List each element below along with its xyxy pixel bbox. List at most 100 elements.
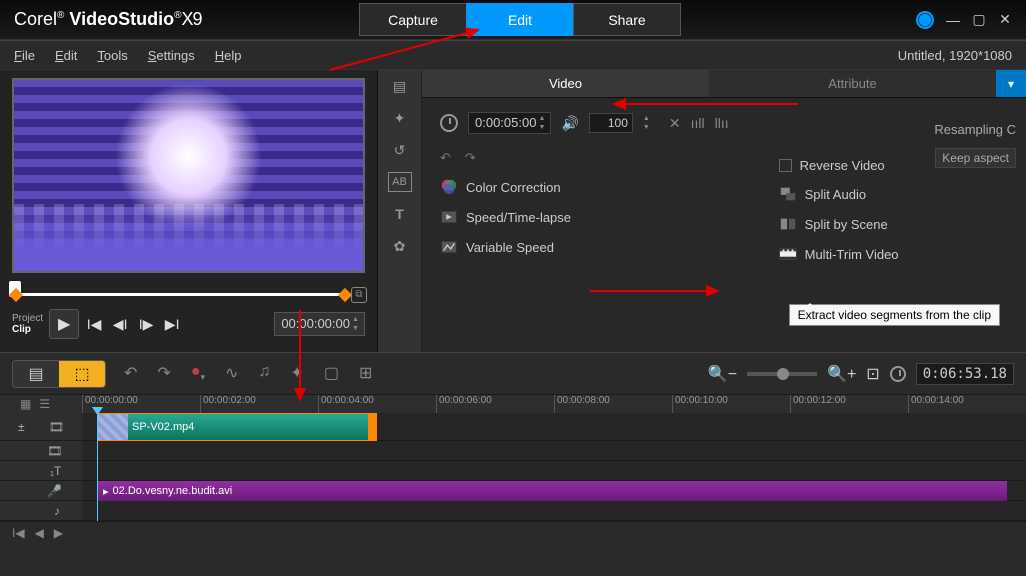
undo-button[interactable]: ↶: [124, 363, 137, 383]
title-track-lane[interactable]: [82, 461, 1026, 481]
video-clip[interactable]: SP-V02.mp4: [97, 413, 377, 441]
speed-timelapse-button[interactable]: Speed/Time-lapse: [440, 208, 729, 226]
tab-attribute[interactable]: Attribute: [709, 70, 996, 97]
clip-trim-handle[interactable]: [368, 414, 376, 440]
multi-trim-button[interactable]: Multi-Trim Video: [779, 245, 899, 263]
timeline-tracks: ±🎞 🎞 ₁T 🎤 ♪ SP-V02.mp4 ▸02.Do.vesny.ne.b…: [0, 413, 1026, 521]
mode-share[interactable]: Share: [573, 3, 681, 36]
color-correction-button[interactable]: Color Correction: [440, 178, 729, 196]
mode-capture[interactable]: Capture: [359, 3, 467, 36]
timeline-toolbar: ▤ ⬚ ↶ ↷ ●▾ ∿ ♫ ✦ ▢ ⊞ 🔍− 🔍+ ⊡ 0:06:53.18: [0, 353, 1026, 395]
overlay-track-lane[interactable]: [82, 441, 1026, 461]
audio-mixer-button[interactable]: ∿: [225, 363, 238, 383]
music-track-header[interactable]: ♪: [0, 501, 82, 521]
step-forward-button[interactable]: I▶: [135, 313, 157, 335]
transitions-icon[interactable]: ↺: [388, 140, 412, 160]
music-track-lane[interactable]: [82, 501, 1026, 521]
clip-duration[interactable]: 0:00:05:00▲▼: [468, 112, 551, 134]
timeline-view-button[interactable]: ⬚: [59, 361, 105, 387]
expand-options-button[interactable]: ▾: [996, 70, 1026, 97]
reverse-video-checkbox[interactable]: Reverse Video: [779, 158, 899, 173]
video-track-lane[interactable]: SP-V02.mp4: [82, 413, 1026, 441]
scroll-left-icon[interactable]: ◀: [35, 526, 44, 540]
project-mode-label[interactable]: Project: [12, 313, 43, 324]
options-pane: ▤ ✦ ↺ AB T ✿ Video Attribute ▾ 0:00:05:0…: [378, 70, 1026, 352]
scroll-right-icon[interactable]: ▶: [54, 526, 63, 540]
storyboard-view-button[interactable]: ▤: [13, 361, 59, 387]
goto-end-button[interactable]: ▶I: [161, 313, 183, 335]
play-button[interactable]: ▶: [49, 309, 79, 339]
title-icon[interactable]: AB: [388, 172, 412, 192]
expand-preview-icon[interactable]: ⧉: [351, 287, 367, 303]
fx-icon[interactable]: ✦: [388, 108, 412, 128]
zoom-slider[interactable]: [747, 372, 817, 376]
auto-music-button[interactable]: ♫: [258, 363, 270, 383]
track-manager-icon[interactable]: ▦: [20, 397, 31, 411]
keep-aspect-dropdown[interactable]: Keep aspect: [935, 148, 1016, 168]
timeline-panel: ▤ ⬚ ↶ ↷ ●▾ ∿ ♫ ✦ ▢ ⊞ 🔍− 🔍+ ⊡ 0:06:53.18 …: [0, 352, 1026, 576]
preview-timecode[interactable]: 00:00:00:00▲▼: [274, 312, 365, 336]
tab-video[interactable]: Video: [422, 70, 709, 97]
track-motion-button[interactable]: ✦: [290, 363, 303, 383]
close-button[interactable]: ✕: [998, 11, 1012, 28]
zoom-in-button[interactable]: 🔍+: [827, 364, 856, 384]
timeline-ruler[interactable]: ▦☰ 00:00:00:00 00:00:02:00 00:00:04:00 0…: [0, 395, 1026, 413]
subtitle-button[interactable]: ▢: [324, 363, 339, 383]
playback-controls: Project Clip ▶ I◀ ◀I I▶ ▶I 00:00:00:00▲▼: [0, 309, 377, 345]
voice-track-lane[interactable]: ▸02.Do.vesny.ne.budit.avi: [82, 481, 1026, 501]
mode-tabs: Capture Edit Share: [360, 3, 681, 36]
fade-out-icon[interactable]: llıı: [715, 115, 729, 132]
media-library-icon[interactable]: ▤: [388, 76, 412, 96]
menu-help[interactable]: Help: [215, 48, 242, 63]
title-track-header[interactable]: ₁T: [0, 461, 82, 481]
window-controls: — ▢ ✕: [916, 11, 1026, 29]
timeline-footer: I◀ ◀ ▶: [0, 521, 1026, 543]
variable-speed-button[interactable]: Variable Speed: [440, 238, 729, 256]
options-content: Video Attribute ▾ 0:00:05:00▲▼ 🔊 100 ▲▼ …: [422, 70, 1026, 352]
fade-in-icon[interactable]: ııll: [691, 115, 705, 132]
title-bar: Corel® VideoStudio®X9 Capture Edit Share…: [0, 0, 1026, 40]
menu-settings[interactable]: Settings: [148, 48, 195, 63]
graphics-icon[interactable]: ✿: [388, 236, 412, 256]
scrub-bar[interactable]: ⧉: [12, 279, 365, 309]
scrub-out-marker[interactable]: [338, 288, 352, 302]
mute-icon[interactable]: ✕: [669, 115, 681, 132]
project-duration-icon: [890, 366, 906, 382]
rotate-left-icon[interactable]: ↶: [440, 150, 451, 166]
document-info: Untitled, 1920*1080: [898, 48, 1012, 63]
text-icon[interactable]: T: [388, 204, 412, 224]
scroll-start-icon[interactable]: I◀: [12, 526, 25, 540]
clip-mode-label[interactable]: Clip: [12, 324, 43, 335]
globe-icon[interactable]: [916, 11, 934, 29]
voice-track-header[interactable]: 🎤: [0, 481, 82, 501]
rotate-right-icon[interactable]: ↷: [465, 150, 476, 166]
menu-tools[interactable]: Tools: [97, 48, 127, 63]
preview-video: [12, 78, 365, 273]
fit-project-button[interactable]: ⊡: [866, 364, 879, 384]
video-track-header[interactable]: ±🎞: [0, 413, 82, 441]
zoom-out-button[interactable]: 🔍−: [708, 364, 737, 384]
project-duration[interactable]: 0:06:53.18: [916, 363, 1014, 385]
maximize-button[interactable]: ▢: [972, 11, 986, 28]
menu-bar: File Edit Tools Settings Help Untitled, …: [0, 40, 1026, 70]
step-back-button[interactable]: ◀I: [109, 313, 131, 335]
split-audio-button[interactable]: Split Audio: [779, 185, 899, 203]
chapter-marker-icon[interactable]: ☰: [39, 397, 50, 411]
redo-button[interactable]: ↷: [157, 363, 170, 383]
audio-clip[interactable]: ▸02.Do.vesny.ne.budit.avi: [97, 481, 1007, 501]
overlay-track-header[interactable]: 🎞: [0, 441, 82, 461]
resampling-label: Resampling C: [934, 122, 1016, 137]
split-by-scene-button[interactable]: Split by Scene: [779, 215, 899, 233]
menu-edit[interactable]: Edit: [55, 48, 77, 63]
volume-value[interactable]: 100: [589, 113, 633, 133]
goto-start-button[interactable]: I◀: [83, 313, 105, 335]
menu-file[interactable]: File: [14, 48, 35, 63]
volume-icon: 🔊: [561, 115, 578, 132]
minimize-button[interactable]: —: [946, 12, 960, 28]
checkbox-icon[interactable]: [779, 159, 792, 172]
multi-trim-tooltip: Extract video segments from the clip: [789, 304, 1000, 326]
playhead[interactable]: [97, 413, 98, 521]
mode-edit[interactable]: Edit: [466, 3, 574, 36]
multicam-button[interactable]: ⊞: [359, 363, 372, 383]
record-button[interactable]: ●▾: [191, 363, 205, 383]
